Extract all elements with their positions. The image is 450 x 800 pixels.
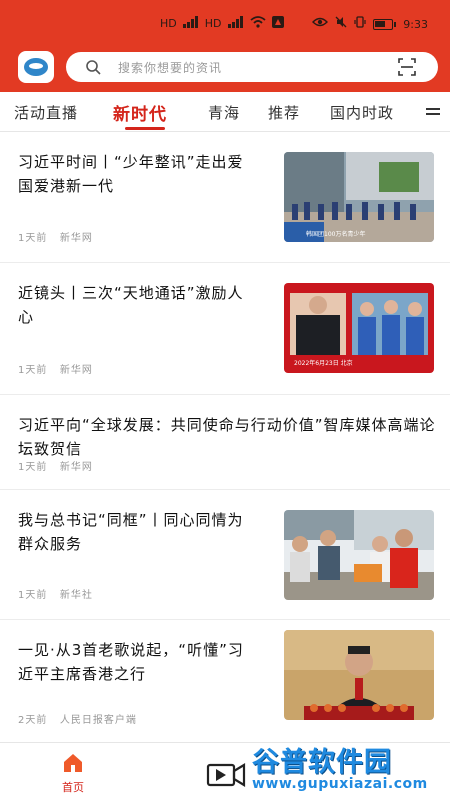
watermark: 谷普软件园 www.gupuxiazai.com [248,740,446,798]
battery-icon [373,18,397,30]
hd-indicator-1: HD [160,17,177,30]
news-image-caption: 韩国团100万名青少年 [306,231,366,238]
news-item[interactable]: 近镜头丨三次“天地通话”激励人心 1天前 新华网 2022年6月23日 北京 [0,263,450,395]
news-title: 我与总书记“同框”丨同心同情为群众服务 [18,511,244,553]
signal-icon [182,16,199,32]
tab-qinghai[interactable]: 青海 [208,102,240,123]
app-logo[interactable] [18,51,54,83]
news-thumbnail: 韩国团100万名青少年 [284,152,434,242]
news-image-caption: 2022年6月23日 北京 [294,360,353,367]
channel-tabs: 活动直播 新时代 青海 推荐 国内时政 [0,92,450,132]
news-item[interactable]: 习近平向“全球发展：共同使命与行动价值”智库媒体高端论坛致贺信 1天前 新华网 [0,395,450,490]
news-meta: 1天前 新华社 [18,586,93,601]
search-placeholder: 搜索你想要的资讯 [118,60,223,75]
news-thumbnail [284,630,434,720]
hd-indicator-2: HD [204,17,222,30]
news-time: 1天前 [18,590,48,601]
news-title: 近镜头丨三次“天地通话”激励人心 [18,284,244,326]
tab-new-era[interactable]: 新时代 [113,100,167,125]
news-time: 2天前 [18,715,48,726]
news-source: 新华网 [59,233,93,244]
search-bar[interactable]: 搜索你想要的资讯 [66,52,438,82]
wifi-icon [249,16,266,32]
home-icon [62,754,84,777]
news-source: 新华社 [59,590,93,601]
news-feed: 习近平时间丨“少年整讯”走出爱国爱港新一代 1天前 新华网 韩国团100万名青少… [0,132,450,740]
active-tab-indicator [125,127,165,130]
nav-home-label: 首页 [62,781,84,794]
signal-icon-2 [227,16,244,32]
app-logo-mark [24,58,48,76]
news-meta: 2天前 人民日报客户端 [18,711,137,726]
tab-live[interactable]: 活动直播 [14,102,78,123]
news-item[interactable]: 我与总书记“同框”丨同心同情为群众服务 1天前 新华社 [0,490,450,620]
notification-icon [271,16,284,32]
news-source: 人民日报客户端 [59,715,137,726]
app-header: HD HD 9:33 搜索你想要的资讯 [0,0,450,92]
nav-home[interactable]: 首页 [58,753,88,795]
status-time: 9:33 [403,17,428,31]
news-title: 习近平向“全球发展：共同使命与行动价值”智库媒体高端论坛致贺信 [18,416,436,458]
news-time: 1天前 [18,233,48,244]
news-thumbnail [284,510,434,600]
search-icon [84,58,102,76]
news-title: 一见·从3首老歌说起，“听懂”习近平主席香港之行 [18,641,244,683]
news-source: 新华网 [59,365,93,376]
news-meta: 1天前 新华网 [18,229,93,244]
news-time: 1天前 [18,462,48,473]
news-item[interactable]: 一见·从3首老歌说起，“听懂”习近平主席香港之行 2天前 人民日报客户端 [0,620,450,740]
news-title: 习近平时间丨“少年整讯”走出爱国爱港新一代 [18,153,244,195]
news-item[interactable]: 习近平时间丨“少年整讯”走出爱国爱港新一代 1天前 新华网 韩国团100万名青少… [0,132,450,263]
vibrate-icon [354,16,366,32]
scan-icon[interactable] [398,58,416,76]
watermark-url: www.gupuxiazai.com [252,776,428,792]
mute-icon [335,16,347,32]
news-thumbnail: 2022年6月23日 北京 [284,283,434,373]
status-indicators: HD HD [160,16,284,32]
watermark-title: 谷普软件园 [252,747,392,778]
video-icon[interactable] [206,759,246,789]
news-meta: 1天前 新华网 [18,361,93,376]
status-right: 9:33 [312,16,428,32]
news-source: 新华网 [59,462,93,473]
menu-icon[interactable] [426,108,440,120]
news-meta: 1天前 新华网 [18,458,93,473]
tab-domestic-politics[interactable]: 国内时政 [330,102,394,123]
tab-recommend[interactable]: 推荐 [268,102,300,123]
status-bar: HD HD 9:33 [0,12,450,40]
news-time: 1天前 [18,365,48,376]
eye-icon [312,17,329,31]
